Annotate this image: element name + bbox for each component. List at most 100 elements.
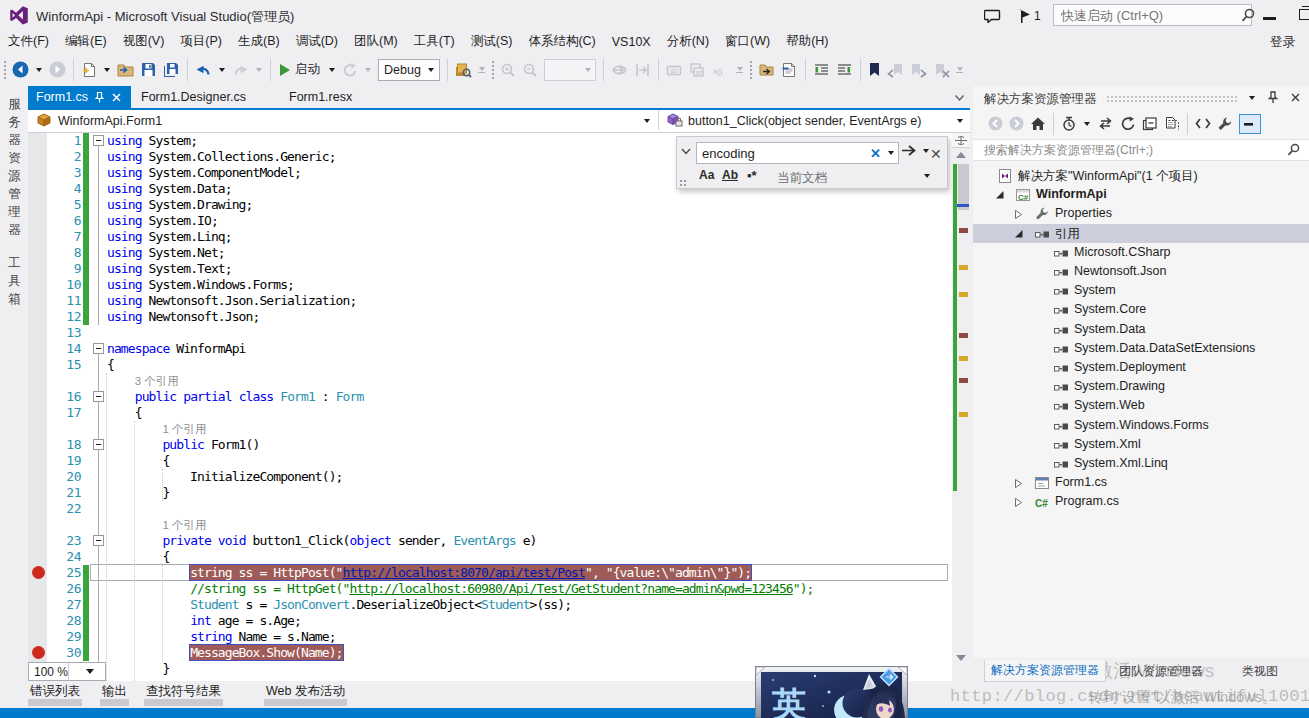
find-overflow-dropdown[interactable] — [478, 67, 485, 73]
intellisense-overflow-dropdown[interactable] — [736, 67, 743, 73]
tab-team-explorer[interactable]: 团队资源管理器 — [1113, 661, 1209, 682]
menu-12[interactable]: 分析(N) — [659, 29, 717, 54]
menu-11[interactable]: VS10X — [604, 31, 659, 53]
code-editor[interactable]: 1using System;2using System.Collections.… — [28, 133, 952, 681]
tree-item-system[interactable]: System — [973, 281, 1309, 300]
bottom-tab-2[interactable]: 输出 — [102, 683, 127, 700]
game-ad-banner[interactable]: 英 — [755, 666, 908, 718]
restart-button[interactable] — [340, 58, 360, 82]
close-tab-icon[interactable] — [112, 93, 121, 102]
find-history-dropdown[interactable] — [888, 151, 894, 155]
undo-button[interactable] — [193, 58, 214, 82]
expander-open-icon[interactable] — [995, 190, 1005, 200]
fold-collapse-box[interactable] — [93, 135, 104, 146]
comment-selection-button[interactable] — [756, 58, 777, 82]
list-members-button[interactable]: a{} — [710, 58, 732, 82]
menu-7[interactable]: 团队(M) — [346, 29, 406, 54]
menu-13[interactable]: 窗口(W) — [717, 29, 778, 54]
restore-button[interactable] — [1299, 9, 1309, 20]
refresh-button[interactable] — [1118, 112, 1138, 136]
tab-form1-designer-cs[interactable]: Form1.Designer.cs — [133, 86, 258, 108]
find-next-dropdown[interactable] — [923, 149, 929, 153]
minimize-button[interactable] — [1263, 17, 1276, 20]
restart-dropdown[interactable] — [365, 68, 371, 72]
tree-item-properties[interactable]: Properties — [973, 204, 1309, 223]
new-file-button[interactable] — [79, 58, 99, 82]
menu-14[interactable]: 帮助(H) — [778, 29, 836, 54]
tree-item-system-xml[interactable]: System.Xml — [973, 435, 1309, 454]
zoom-out-button[interactable] — [520, 58, 540, 82]
fold-collapse-box[interactable] — [93, 439, 104, 450]
clear-find-icon[interactable]: ✕ — [867, 146, 884, 161]
tree-item-program-cs[interactable]: C#Program.cs — [973, 492, 1309, 511]
se-forward-button[interactable] — [1007, 112, 1026, 136]
member-dropdown-arrow[interactable] — [957, 119, 963, 123]
bottom-tab-3[interactable]: 查找符号结果 — [146, 683, 221, 700]
tree-item-[interactable]: 引用 — [973, 224, 1309, 243]
navigate-to-definition-button[interactable] — [609, 58, 630, 82]
quick-launch-input[interactable] — [1054, 8, 1241, 23]
match-whole-word-toggle[interactable]: Ab — [722, 168, 738, 182]
previous-bookmark-button[interactable] — [885, 58, 906, 82]
scroll-up-arrow[interactable] — [956, 152, 966, 158]
codelens-references[interactable]: 1 个引用 — [162, 421, 206, 437]
se-back-button[interactable] — [986, 112, 1005, 136]
menu-3[interactable]: 视图(V) — [115, 29, 173, 54]
save-all-button[interactable] — [160, 58, 182, 82]
close-find-icon[interactable]: ✕ — [930, 146, 942, 162]
tree-item-system-deployment[interactable]: System.Deployment — [973, 358, 1309, 377]
next-bookmark-button[interactable] — [908, 58, 929, 82]
bottom-tab-4[interactable]: Web 发布活动 — [266, 683, 345, 700]
toggle-bookmark-button[interactable] — [866, 58, 883, 82]
tab-solution-explorer[interactable]: 解决方案资源管理器 — [984, 660, 1106, 682]
breakpoint-dot[interactable] — [32, 646, 45, 659]
type-dropdown-value[interactable]: WinformApi.Form1 — [58, 114, 162, 128]
fold-collapse-box[interactable] — [93, 535, 104, 546]
editor-zoom-control[interactable]: 100 % — [28, 662, 106, 681]
menu-8[interactable]: 工具(T) — [406, 29, 463, 54]
tree-item-system-data[interactable]: System.Data — [973, 320, 1309, 339]
toolbox-vertical-tab[interactable]: 工具箱 — [7, 254, 22, 308]
toolbar-grip[interactable] — [2, 59, 6, 81]
se-home-button[interactable] — [1028, 112, 1048, 136]
solution-configuration-combo[interactable]: Debug — [378, 59, 440, 81]
type-dropdown-arrow[interactable] — [644, 119, 650, 123]
uncomment-selection-button[interactable] — [779, 58, 800, 82]
open-file-button[interactable] — [115, 58, 137, 82]
match-braces-button[interactable] — [632, 58, 653, 82]
menu-2[interactable]: 编辑(E) — [57, 29, 115, 54]
tree-item-microsoft-csharp[interactable]: Microsoft.CSharp — [973, 243, 1309, 262]
filter-dropdown[interactable] — [1084, 122, 1090, 126]
solution-explorer-header[interactable]: 解决方案资源管理器 — [973, 86, 1309, 110]
server-explorer-vertical-tab[interactable]: 服务器资源管理器 — [7, 95, 22, 239]
search-icon[interactable] — [1241, 8, 1256, 23]
new-file-dropdown[interactable] — [104, 68, 110, 72]
properties-button[interactable] — [1215, 112, 1235, 136]
menu-4[interactable]: 项目(P) — [172, 29, 230, 54]
find-panel-grip[interactable] — [679, 179, 687, 187]
expander-closed-icon[interactable] — [1014, 497, 1024, 508]
tab-form1-resx[interactable]: Form1.resx — [281, 86, 371, 108]
sign-in-link[interactable]: 登录 — [1270, 34, 1295, 51]
solution-search-box[interactable]: 搜索解决方案资源管理器(Ctrl+;) — [973, 139, 1309, 161]
menu-9[interactable]: 测试(S) — [463, 29, 521, 54]
editor-vertical-scrollbar[interactable] — [952, 133, 970, 681]
toolbar-grip[interactable] — [748, 59, 752, 81]
tree-item-newtonsoft-json[interactable]: Newtonsoft.Json — [973, 262, 1309, 281]
tree-item-system-web[interactable]: System.Web — [973, 396, 1309, 415]
window-position-dropdown[interactable] — [1249, 96, 1255, 100]
find-input[interactable] — [697, 146, 867, 161]
navigate-forward-button[interactable] — [47, 58, 68, 82]
tree-item-system-windows-forms[interactable]: System.Windows.Forms — [973, 416, 1309, 435]
navigate-backward-button[interactable] — [10, 58, 31, 82]
expander-closed-icon[interactable] — [1014, 478, 1024, 489]
search-icon[interactable] — [1287, 143, 1301, 157]
codelens-references[interactable]: 3 个引用 — [135, 373, 179, 389]
tab-form1-cs[interactable]: Form1.cs — [28, 86, 131, 108]
tab-class-view[interactable]: 类视图 — [1236, 661, 1284, 682]
show-all-files-button[interactable] — [1162, 112, 1182, 136]
zoom-level-combo[interactable] — [544, 59, 596, 81]
expander-open-icon[interactable] — [1014, 229, 1024, 239]
breakpoint-dot[interactable] — [32, 566, 45, 579]
tree-item-system-data-datasetextensions[interactable]: System.Data.DataSetExtensions — [973, 339, 1309, 358]
